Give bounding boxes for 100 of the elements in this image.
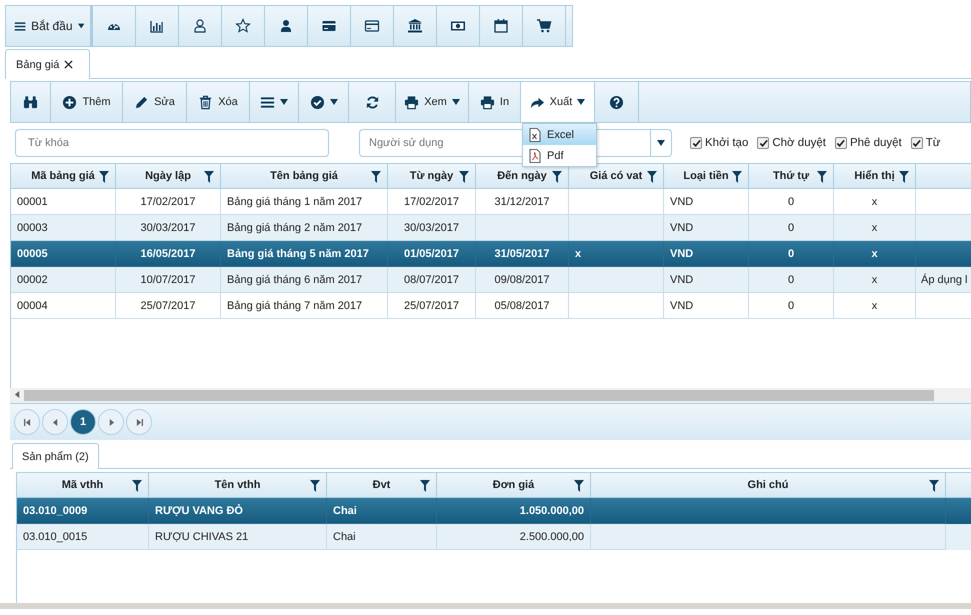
table-row[interactable]: 00002 10/07/2017 Bảng giá tháng 6 năm 2017 08/07/2017 09/08/2017 VND 0 x Áp dụng l [11,267,971,293]
calendar-icon [493,18,509,34]
add-button[interactable]: Thêm [51,82,123,122]
table-row[interactable]: 00003 30/03/2017 Bảng giá tháng 2 năm 2017 30/03/2017 VND 0 x [11,215,971,241]
table-row[interactable]: 00004 25/07/2017 Bảng giá tháng 7 năm 2017 25/07/2017 05/08/2017 VND 0 x [11,293,971,319]
column-header[interactable]: Mã vthh [17,473,149,497]
column-header[interactable]: Hiển thị [834,164,916,188]
spreadsheet-file-icon [529,128,541,142]
caret-icon [280,99,288,105]
table-cell: 05/08/2017 [476,293,569,319]
bar-chart-icon [149,18,165,34]
check-circle-icon [310,94,324,110]
refresh-icon [364,94,380,110]
checkbox[interactable] [757,137,770,149]
scroll-left-icon [14,391,20,398]
keyword-field[interactable]: Từ khóa [15,129,329,157]
table-row[interactable]: 03.010_0009 RƯỢU VANG ĐỎ Chai 1.050.000,00 [17,498,971,524]
printer-icon [480,94,495,110]
star-icon [235,18,251,34]
card-icon [321,18,337,34]
table-cell: 0 [749,293,834,319]
horizontal-scrollbar[interactable] [10,388,971,403]
menu-icon [260,94,275,110]
checkbox[interactable] [910,137,923,149]
column-header[interactable]: Giá có vat [569,164,664,188]
page-button[interactable]: 1 [70,409,96,435]
column-header[interactable]: Thứ tự [749,164,834,188]
table-cell: 09/08/2017 [476,267,569,293]
table-cell: x [834,293,916,319]
table-cell: 00002 [11,267,116,293]
checkbox[interactable] [690,137,702,149]
filter-icon[interactable] [99,171,109,183]
checkbox[interactable] [834,137,847,149]
table-cell: 0 [749,267,834,293]
checkbox-label: Từ [926,137,940,149]
filter-icon[interactable] [420,480,430,492]
column-header[interactable]: Đến ngày [476,164,569,188]
caret-icon [657,140,665,146]
filter-icon[interactable] [732,171,742,183]
table-row[interactable]: 03.010_0015 RƯỢU CHIVAS 21 Chai 2.500.000,00 [17,524,971,550]
first-page-icon [24,418,30,426]
column-header[interactable]: Từ ngày [388,164,476,188]
filter-icon[interactable] [929,480,939,492]
table-row[interactable]: 00005 16/05/2017 Bảng giá tháng 5 năm 2017 01/05/2017 31/05/2017 x VND 0 x [11,241,971,267]
column-header[interactable]: Mã bảng giá [11,164,116,188]
filter-icon[interactable] [310,480,320,492]
delete-button[interactable]: Xóa [187,82,250,122]
caret-icon [78,23,84,29]
pencil-icon [134,94,150,110]
menu-item[interactable]: Excel [523,124,596,145]
column-header[interactable]: Tên vthh [149,473,327,497]
previous-icon [52,418,58,426]
pdf-file-icon [529,148,541,162]
user-icon [278,18,294,34]
caret-icon [452,99,460,105]
trash-icon [198,94,214,110]
filter-icon[interactable] [899,171,909,183]
filter-icon[interactable] [371,171,381,183]
filter-icon[interactable] [574,480,584,492]
filter-icon[interactable] [647,171,657,183]
preview-button[interactable]: Xem [396,82,469,122]
column-header[interactable]: Đvt [327,473,437,497]
table-cell: x [834,267,916,293]
column-header[interactable]: Đơn giá [437,473,591,497]
start-menu-button[interactable]: Bắt đầu [6,6,93,46]
edit-button[interactable]: Sửa [123,82,187,122]
table-cell: Chai [327,524,437,550]
table-cell: VND [664,267,749,293]
filter-icon[interactable] [204,171,214,183]
table-cell: 10/07/2017 [116,267,221,293]
caret-icon [330,99,338,105]
last-page-button[interactable] [126,409,152,435]
filter-icon[interactable] [552,171,562,183]
table-cell: RƯỢU CHIVAS 21 [149,524,327,550]
column-header[interactable]: Tên bảng giá [221,164,388,188]
table-cell: 08/07/2017 [388,267,476,293]
plus-circle-icon [62,94,78,110]
column-header[interactable]: Ngày lập [116,164,221,188]
printer-icon [404,94,420,110]
bank-icon [407,18,423,34]
column-header[interactable]: Loại tiền [664,164,749,188]
table-cell: Bảng giá tháng 7 năm 2017 [221,293,388,319]
cart-icon [536,18,552,34]
table-cell: 25/07/2017 [116,293,221,319]
detail-tab[interactable]: Sản phẩm (2) [12,443,99,469]
table-cell: Áp dụng l [916,267,971,293]
filter-icon[interactable] [459,171,469,183]
filter-icon[interactable] [132,480,142,492]
checkbox-label: Khởi tạo [705,137,748,149]
close-icon[interactable] [64,60,74,69]
binoculars-icon [23,94,38,110]
checkbox-label: Chờ duyệt [772,137,826,149]
filter-icon[interactable] [817,171,827,183]
dropdown-button[interactable] [650,129,672,157]
column-header[interactable]: Ghi chú [591,473,946,497]
last-page-icon [136,418,142,426]
first-page-button[interactable] [14,409,40,435]
document-tab[interactable]: Bảng giá [5,49,90,79]
table-cell: 03.010_0015 [17,524,149,550]
next-icon [108,418,114,426]
